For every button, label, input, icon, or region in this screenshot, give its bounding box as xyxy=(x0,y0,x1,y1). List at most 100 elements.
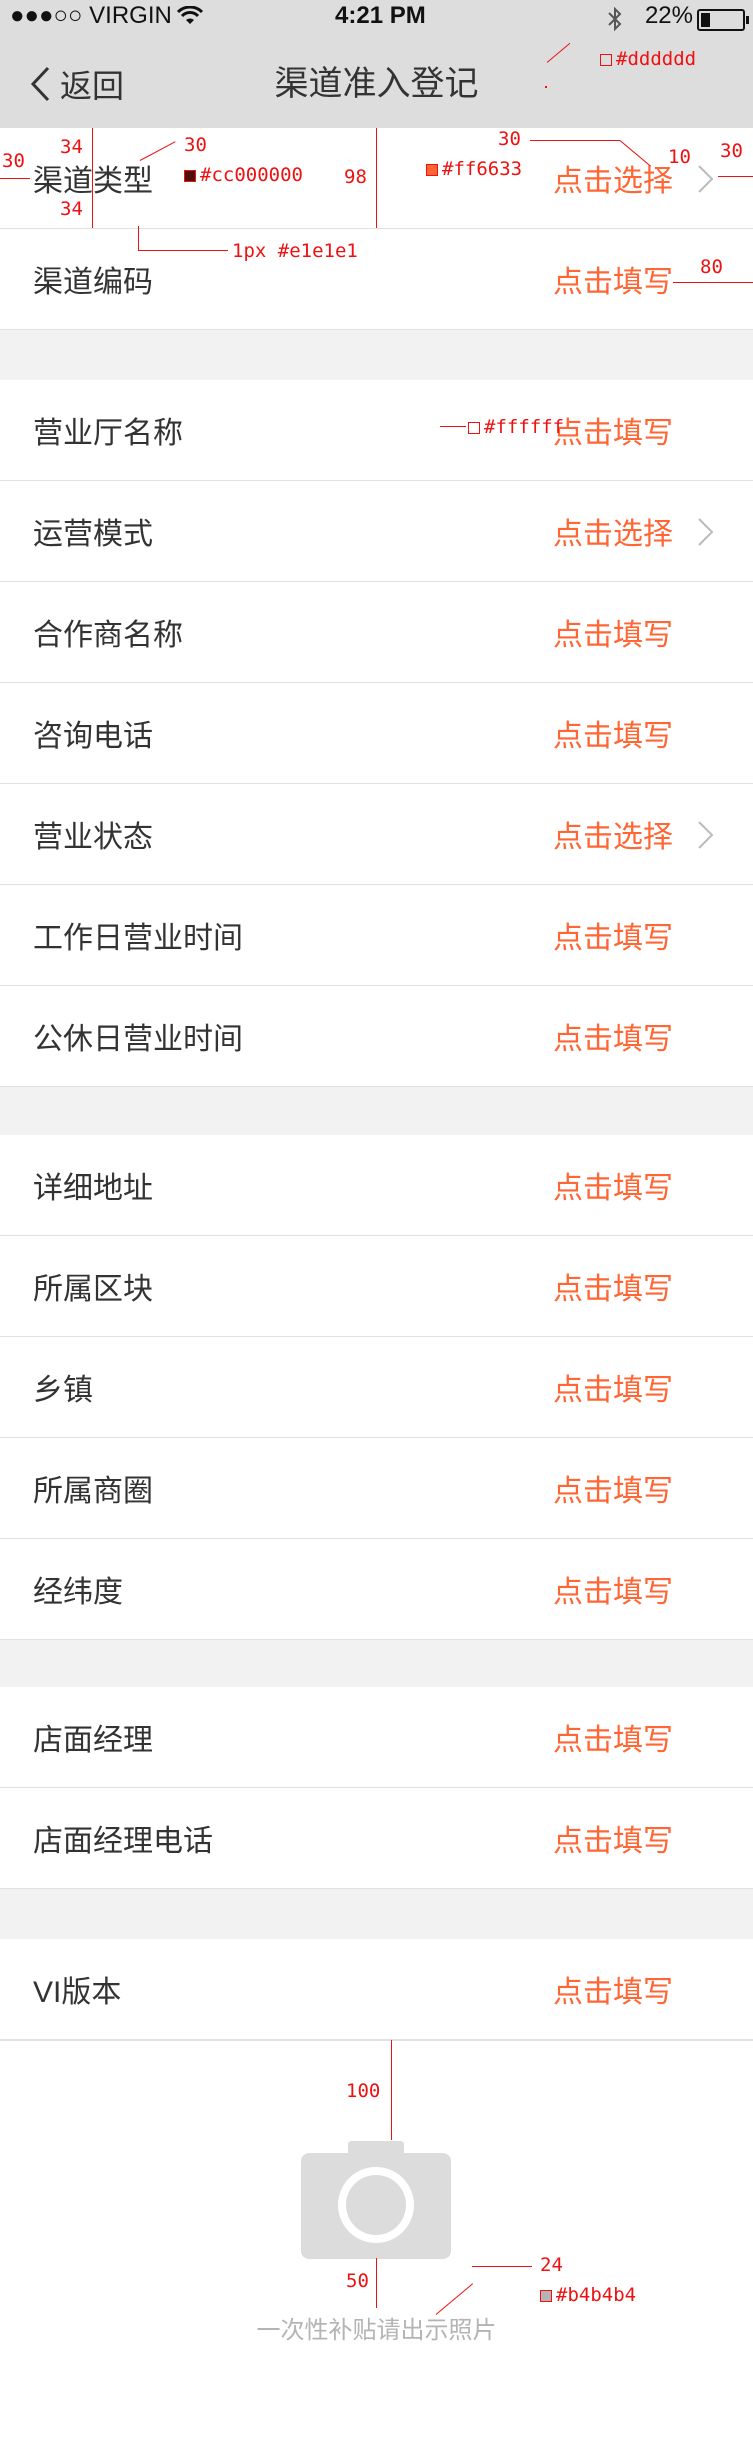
row-label: 所属商圈 xyxy=(33,1475,153,1508)
annotation-line xyxy=(138,226,139,250)
row-label: 公休日营业时间 xyxy=(33,1023,243,1056)
swatch-icon xyxy=(540,2289,552,2302)
annotation-line xyxy=(376,2258,377,2308)
annotation-row-bg: #ffffff xyxy=(468,416,564,438)
row-address[interactable]: 详细地址 点击填写 xyxy=(0,1135,753,1236)
bluetooth-icon xyxy=(608,6,622,32)
row-label: 营业厅名称 xyxy=(33,417,183,450)
row-manager-phone[interactable]: 店面经理电话 点击填写 xyxy=(0,1788,753,1889)
row-label: 渠道编码 xyxy=(33,266,153,299)
status-bar: ●●●○○ VIRGIN 4:21 PM 22% xyxy=(0,0,753,40)
annotation-line xyxy=(472,2266,532,2267)
annotation-pad-top: 34 xyxy=(60,136,83,158)
annotation-line xyxy=(0,178,30,179)
row-vi-version[interactable]: VI版本 点击填写 xyxy=(0,1939,753,2040)
section-location: 详细地址 点击填写 所属区块 点击填写 乡镇 点击填写 所属商圈 点击填写 经纬… xyxy=(0,1135,753,1640)
row-action[interactable]: 点击填写 xyxy=(553,1466,673,1510)
row-holiday-hours[interactable]: 公休日营业时间 点击填写 xyxy=(0,986,753,1087)
row-action[interactable]: 点击填写 xyxy=(553,1715,673,1759)
annotation-line xyxy=(673,282,753,283)
annotation-pad-bottom: 34 xyxy=(60,198,83,220)
row-action[interactable]: 点击填写 xyxy=(553,1365,673,1409)
row-operation-mode[interactable]: 运营模式 点击选择 xyxy=(0,481,753,582)
row-action[interactable]: 点击选择 xyxy=(553,156,673,200)
row-action[interactable]: 点击填写 xyxy=(553,408,673,452)
annotation-action-right: 80 xyxy=(700,256,723,278)
row-manager[interactable]: 店面经理 点击填写 xyxy=(0,1687,753,1788)
row-block[interactable]: 所属区块 点击填写 xyxy=(0,1236,753,1337)
swatch-icon xyxy=(426,163,438,176)
row-coordinates[interactable]: 经纬度 点击填写 xyxy=(0,1539,753,1640)
row-action[interactable]: 点击选择 xyxy=(553,509,673,553)
row-label: 店面经理 xyxy=(33,1724,153,1757)
battery-percent: 22% xyxy=(644,2,693,29)
row-label: 运营模式 xyxy=(33,518,153,551)
row-hotline[interactable]: 咨询电话 点击填写 xyxy=(0,683,753,784)
section-business-hall: 营业厅名称 点击填写 运营模式 点击选择 合作商名称 点击填写 咨询电话 点击填… xyxy=(0,380,753,1087)
row-action[interactable]: 点击填写 xyxy=(553,711,673,755)
annotation-text: #b4b4b4 xyxy=(556,2284,637,2306)
annotation-divider: 1px #e1e1e1 xyxy=(232,240,358,262)
annotation-left-pad: 30 xyxy=(2,150,25,172)
annotation-row-height: 98 xyxy=(344,166,367,188)
annotation-line xyxy=(376,128,377,228)
chevron-right-icon xyxy=(698,821,714,849)
row-action[interactable]: 点击填写 xyxy=(553,1567,673,1611)
annotation-line xyxy=(92,128,93,228)
annotation-text: #ffffff xyxy=(484,416,565,438)
row-town[interactable]: 乡镇 点击填写 xyxy=(0,1337,753,1438)
row-action[interactable]: 点击填写 xyxy=(553,913,673,957)
row-partner-name[interactable]: 合作商名称 点击填写 xyxy=(0,582,753,683)
row-label: 经纬度 xyxy=(33,1576,123,1609)
row-label: 所属区块 xyxy=(33,1273,153,1306)
row-label: 咨询电话 xyxy=(33,720,153,753)
section-manager: 店面经理 点击填写 店面经理电话 点击填写 xyxy=(0,1687,753,1889)
row-action[interactable]: 点击填写 xyxy=(553,1967,673,2011)
annotation-font-size: 30 xyxy=(184,134,207,156)
annotation-line xyxy=(440,426,466,427)
camera-icon[interactable] xyxy=(301,2141,451,2259)
annotation-chev-right: 30 xyxy=(720,140,743,162)
row-action[interactable]: 点击填写 xyxy=(553,610,673,654)
row-action[interactable]: 点击填写 xyxy=(553,257,673,301)
row-action[interactable]: 点击选择 xyxy=(553,812,673,856)
swatch-icon xyxy=(468,421,480,434)
row-label: 详细地址 xyxy=(33,1172,153,1205)
row-action[interactable]: 点击填写 xyxy=(553,1163,673,1207)
row-label: 乡镇 xyxy=(33,1374,93,1407)
annotation-dot xyxy=(545,86,547,88)
row-channel-code[interactable]: 渠道编码 点击填写 xyxy=(0,229,753,330)
section-vi: VI版本 点击填写 xyxy=(0,1939,753,2040)
annotation-cam-top: 100 xyxy=(346,2080,381,2102)
row-label: 工作日营业时间 xyxy=(33,922,243,955)
annotation-hint-size: 24 xyxy=(540,2254,563,2276)
row-action[interactable]: 点击填写 xyxy=(553,1014,673,1058)
annotation-cam-gap: 50 xyxy=(346,2270,369,2292)
annotation-chev-gap: 10 xyxy=(668,146,691,168)
wifi-icon xyxy=(176,6,204,24)
row-weekday-hours[interactable]: 工作日营业时间 点击填写 xyxy=(0,885,753,986)
row-business-district[interactable]: 所属商圈 点击填写 xyxy=(0,1438,753,1539)
annotation-hint-color: #b4b4b4 xyxy=(540,2284,636,2306)
battery-icon xyxy=(697,9,749,31)
swatch-icon xyxy=(600,53,612,66)
chevron-right-icon xyxy=(698,518,714,546)
annotation-text: #ff6633 xyxy=(442,158,523,180)
annotation-line xyxy=(530,140,620,141)
clock: 4:21 PM xyxy=(335,2,426,29)
annotation-text: #cc000000 xyxy=(200,164,303,186)
annotation-action-color: #ff6633 xyxy=(426,158,522,180)
swatch-icon xyxy=(184,169,196,182)
upload-hint: 一次性补贴请出示照片 xyxy=(256,2317,497,2344)
row-label: 渠道类型 xyxy=(33,165,153,198)
annotation-line xyxy=(391,2040,392,2140)
row-action[interactable]: 点击填写 xyxy=(553,1816,673,1860)
annotation-nav-color: #dddddd xyxy=(600,48,696,70)
row-label: 店面经理电话 xyxy=(33,1825,213,1858)
row-action[interactable]: 点击填写 xyxy=(553,1264,673,1308)
chevron-right-icon xyxy=(698,165,714,193)
annotation-text: #dddddd xyxy=(616,48,697,70)
row-hall-name[interactable]: 营业厅名称 点击填写 xyxy=(0,380,753,481)
row-business-status[interactable]: 营业状态 点击选择 xyxy=(0,784,753,885)
row-label: VI版本 xyxy=(33,1976,122,2009)
